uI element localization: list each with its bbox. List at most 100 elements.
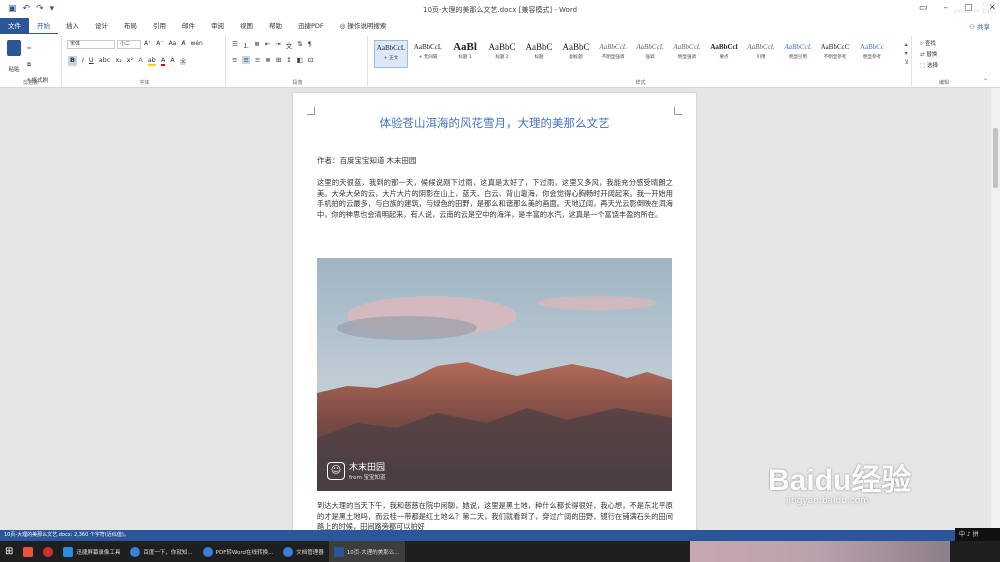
decrease-indent-icon[interactable]: ⇤ bbox=[265, 40, 270, 50]
italic-icon[interactable]: I bbox=[82, 56, 84, 66]
scrollbar-thumb[interactable] bbox=[993, 128, 998, 188]
tab-home[interactable]: 开始 bbox=[29, 18, 58, 34]
taskbar-item-pdf[interactable]: PDF转Word在线转换... bbox=[198, 541, 279, 562]
tab-xunjie-pdf[interactable]: 迅捷PDF bbox=[290, 18, 332, 34]
baidu-logo: Baidu经验 bbox=[768, 464, 912, 497]
strikethrough-icon[interactable]: abc bbox=[99, 56, 111, 66]
minimize-icon[interactable]: – bbox=[943, 3, 948, 13]
increase-indent-icon[interactable]: ⇥ bbox=[275, 40, 280, 50]
tell-me-label: 操作说明搜索 bbox=[347, 22, 387, 30]
ime-indicator[interactable]: 中 ♪ 拼 bbox=[955, 528, 1000, 541]
text-effects-icon[interactable]: A bbox=[138, 56, 142, 66]
multilevel-icon[interactable]: ≣ bbox=[254, 40, 259, 50]
numbering-icon[interactable]: ⒈ bbox=[243, 40, 250, 50]
taskbar-pin[interactable] bbox=[38, 541, 58, 562]
customize-icon[interactable]: ▾ bbox=[50, 4, 55, 14]
style-item[interactable]: AaBbC 标题 bbox=[522, 40, 556, 68]
taskbar-item-files[interactable]: 文档管理器 bbox=[278, 541, 329, 562]
document-author[interactable]: 作者：百度宝宝知道 木末田园 bbox=[317, 155, 416, 166]
font-color-icon[interactable]: A bbox=[160, 56, 166, 66]
paragraph-2[interactable]: 到达大理的当天下午，我和慈慈在院中闲聊，她说，这里是黑土地，种什么都长得很好，我… bbox=[317, 501, 673, 530]
underline-icon[interactable]: U bbox=[89, 56, 94, 66]
style-item[interactable]: AaBbCcC 不明显参考 bbox=[818, 40, 852, 68]
bold-icon[interactable]: B bbox=[68, 56, 77, 66]
distributed-icon[interactable]: ⊞ bbox=[276, 56, 281, 64]
paste-button[interactable]: 粘贴 bbox=[5, 40, 23, 75]
tab-view[interactable]: 视图 bbox=[232, 18, 261, 34]
clear-format-icon[interactable]: A̸ bbox=[181, 40, 185, 47]
style-item[interactable]: AaBbCcL 明显强调 bbox=[670, 40, 704, 68]
style-item[interactable]: AaBbC 副标题 bbox=[559, 40, 593, 68]
align-left-icon[interactable]: ≡ bbox=[232, 56, 237, 64]
align-center-icon[interactable]: ≡ bbox=[242, 56, 250, 64]
system-tray[interactable]: 15:27 2019/2/19 星期二 bbox=[954, 0, 996, 21]
tab-references[interactable]: 引用 bbox=[145, 18, 174, 34]
grow-font-icon[interactable]: A⁺ bbox=[144, 40, 151, 47]
undo-icon[interactable]: ↶ bbox=[23, 4, 31, 14]
gallery-down-icon[interactable]: ▾ bbox=[905, 49, 909, 58]
taskbar-item-word[interactable]: 10页-大理的美那么... bbox=[328, 541, 405, 562]
style-item[interactable]: AaBbCcL + 无间隔 bbox=[411, 40, 445, 68]
tab-file[interactable]: 文件 bbox=[0, 18, 29, 34]
taskbar-pin[interactable] bbox=[18, 541, 38, 562]
replace-button[interactable]: ⇄ 替换 bbox=[920, 50, 938, 61]
select-button[interactable]: ⬚ 选择 bbox=[920, 61, 938, 72]
document-title[interactable]: 体验苍山洱海的风花雪月，大理的美那么文艺 bbox=[293, 115, 696, 131]
font-name-select[interactable]: 宋体 bbox=[67, 40, 115, 49]
style-item[interactable]: AaBbC 标题 2 bbox=[485, 40, 519, 68]
ribbon-display-icon[interactable]: ▭ bbox=[919, 3, 928, 13]
shrink-font-icon[interactable]: A⁻ bbox=[156, 40, 163, 47]
justify-icon[interactable]: ≣ bbox=[265, 56, 270, 64]
bullets-icon[interactable]: ☰ bbox=[232, 40, 238, 50]
style-item[interactable]: AaBbCcL 明显引用 bbox=[781, 40, 815, 68]
style-item[interactable]: AaBbCcL 不明显强调 bbox=[596, 40, 630, 68]
change-case-icon[interactable]: Aa bbox=[169, 40, 177, 47]
group-label-styles: 样式 bbox=[635, 80, 646, 86]
tell-me-search[interactable]: ◎ 操作说明搜索 bbox=[332, 18, 395, 34]
show-marks-icon[interactable]: ¶ bbox=[308, 40, 312, 50]
style-item[interactable]: AaBbCcL 引用 bbox=[744, 40, 778, 68]
gallery-more-icon[interactable]: ⊻ bbox=[905, 58, 909, 67]
find-button[interactable]: ⌕ 查找 bbox=[920, 39, 938, 50]
scissors-icon: ✂ bbox=[27, 46, 32, 52]
mountain-photo[interactable]: ☺ 木末田园 from 宝宝知道 bbox=[317, 258, 672, 491]
font-size-select[interactable]: 小二 bbox=[117, 40, 141, 49]
tab-review[interactable]: 审阅 bbox=[203, 18, 232, 34]
taskbar-item-recorder[interactable]: 迅捷屏幕录像工具 bbox=[58, 541, 125, 562]
start-button[interactable]: ⊞ bbox=[0, 541, 18, 562]
line-spacing-icon[interactable]: ↕ bbox=[286, 56, 291, 64]
superscript-icon[interactable]: x² bbox=[127, 56, 133, 66]
gallery-scroll[interactable]: ▴ ▾ ⊻ bbox=[905, 40, 909, 67]
redo-icon[interactable]: ↷ bbox=[36, 4, 44, 14]
save-icon[interactable]: ▣ bbox=[8, 4, 17, 14]
cut-button[interactable]: ✂ bbox=[27, 44, 32, 55]
enclose-char-icon[interactable]: ㊍ bbox=[180, 56, 187, 66]
tab-help[interactable]: 帮助 bbox=[261, 18, 290, 34]
sort-icon[interactable]: ⇅ bbox=[297, 40, 302, 50]
borders-icon[interactable]: ⊡ bbox=[308, 56, 313, 64]
taskbar-item-browser[interactable]: 百度一下，你就知... bbox=[125, 541, 197, 562]
phonetic-icon[interactable]: wén bbox=[190, 40, 202, 47]
tab-mailings[interactable]: 邮件 bbox=[174, 18, 203, 34]
vertical-scrollbar[interactable] bbox=[991, 88, 1000, 530]
char-shading-icon[interactable]: A bbox=[170, 56, 174, 66]
align-right-icon[interactable]: ≡ bbox=[255, 56, 260, 64]
shading-icon[interactable]: ◧ bbox=[297, 56, 303, 64]
collapse-ribbon-icon[interactable]: ⌃ bbox=[983, 78, 988, 85]
style-item[interactable]: AaBbCc 明显参考 bbox=[855, 40, 889, 68]
tab-design[interactable]: 设计 bbox=[87, 18, 116, 34]
share-button[interactable]: ⚇ 共享 bbox=[969, 21, 990, 31]
copy-button[interactable]: ⧉ bbox=[27, 60, 31, 71]
chinese-layout-icon[interactable]: 文 bbox=[286, 40, 293, 50]
gallery-up-icon[interactable]: ▴ bbox=[905, 40, 909, 49]
subscript-icon[interactable]: x₂ bbox=[115, 56, 121, 66]
tab-insert[interactable]: 插入 bbox=[58, 18, 87, 34]
document-page[interactable]: 体验苍山洱海的风花雪月，大理的美那么文艺 作者：百度宝宝知道 木末田园 这里的天… bbox=[293, 93, 696, 530]
highlight-icon[interactable]: ab bbox=[147, 56, 156, 66]
style-item[interactable]: AaBbCcl 要点 bbox=[707, 40, 741, 68]
style-item[interactable]: AaBbCcL 强调 bbox=[633, 40, 667, 68]
tab-layout[interactable]: 布局 bbox=[116, 18, 145, 34]
paragraph-1[interactable]: 这里的天很蓝，我到的那一天，候候说刚下过雨，这真是太好了，下过雨，这里又多风，我… bbox=[317, 178, 673, 220]
style-item[interactable]: AaBl 标题 1 bbox=[448, 40, 482, 68]
style-item[interactable]: AaBbCcL + 正文 bbox=[374, 40, 408, 68]
